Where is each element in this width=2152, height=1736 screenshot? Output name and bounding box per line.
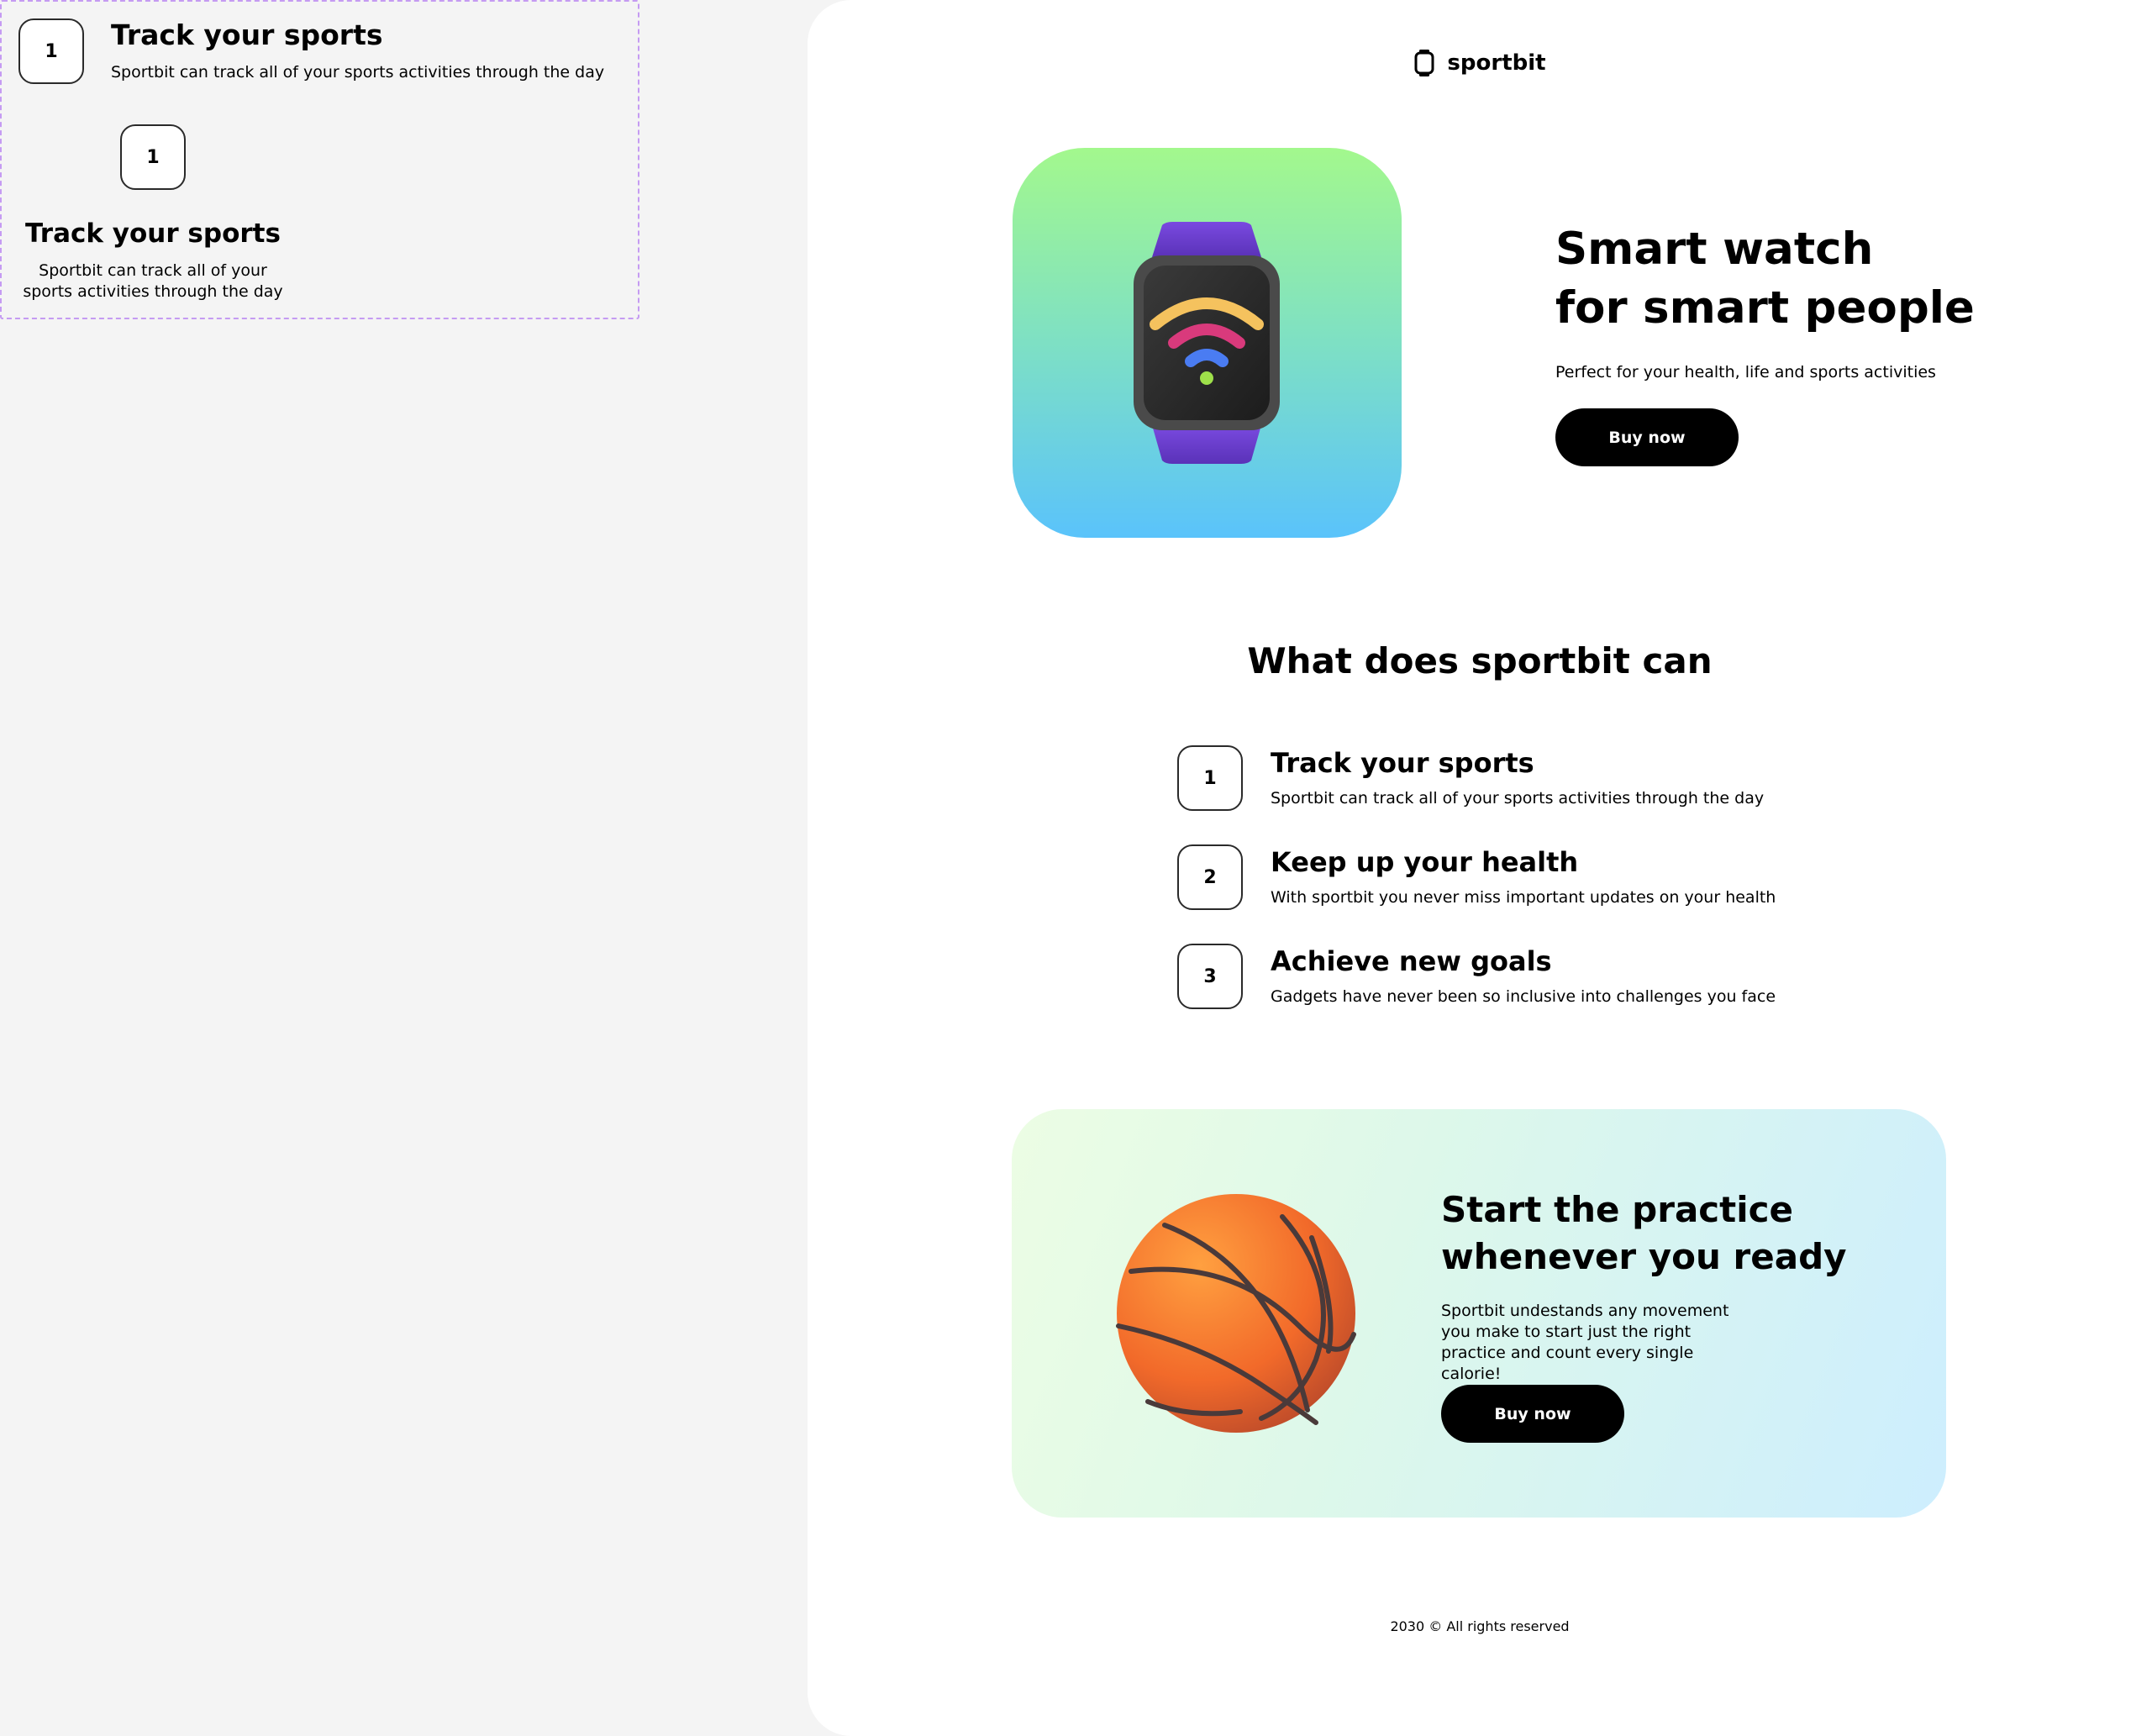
hero-subtitle: Perfect for your health, life and sports… — [1555, 363, 1936, 381]
component-description: Sportbit can track all of your sports ac… — [23, 261, 283, 301]
cta-title-line: Start the practice — [1441, 1189, 1794, 1230]
feature-title: Track your sports — [1271, 747, 1534, 779]
component-description: Sportbit can track all of your sports ac… — [111, 63, 605, 82]
buy-now-button[interactable]: Buy now — [1441, 1385, 1624, 1443]
features-title: What does sportbit can — [1247, 640, 1713, 681]
watch-icon — [1414, 50, 1434, 76]
feature-title: Achieve new goals — [1271, 945, 1552, 977]
component-title: Track your sports — [25, 218, 281, 249]
number-badge: 1 — [1177, 745, 1243, 811]
component-preview-panel: 1 Track your sports Sportbit can track a… — [0, 0, 639, 319]
feature-item: 3 Achieve new goals Gadgets have never b… — [1177, 944, 1782, 1011]
feature-description: Gadgets have never been so inclusive int… — [1271, 987, 1776, 1006]
feature-item: 1 Track your sports Sportbit can track a… — [1177, 745, 1782, 813]
hero-title: Smart watch for smart people — [1555, 220, 1975, 338]
component-title: Track your sports — [111, 18, 383, 51]
footer-copyright: 2030 © All rights reserved — [1390, 1618, 1570, 1634]
cta-description: Sportbit undestands any movement you mak… — [1441, 1302, 1729, 1383]
hero-title-line: Smart watch — [1555, 224, 1874, 275]
feature-title: Keep up your health — [1271, 846, 1579, 878]
cta-banner: Start the practice whenever you ready Sp… — [1012, 1109, 1946, 1518]
smartwatch-illustration — [1013, 148, 1402, 538]
basketball-illustration — [1114, 1192, 1358, 1435]
feature-description: With sportbit you never miss important u… — [1271, 888, 1776, 907]
basketball-icon — [1116, 1194, 1356, 1433]
brand-logo[interactable]: sportbit — [808, 49, 2152, 77]
feature-item: 2 Keep up your health With sportbit you … — [1177, 844, 1782, 912]
cta-title: Start the practice whenever you ready — [1441, 1186, 1847, 1281]
number-badge: 3 — [1177, 944, 1243, 1009]
landing-page: sportbit Smart watch for smart people Pe… — [808, 0, 2152, 1736]
number-badge: 1 — [120, 124, 186, 190]
buy-now-button[interactable]: Buy now — [1555, 408, 1739, 466]
number-badge: 2 — [1177, 844, 1243, 910]
canvas: 1 Track your sports Sportbit can track a… — [0, 0, 2152, 1736]
brand-name: sportbit — [1447, 50, 1546, 76]
smartwatch-icon — [1134, 222, 1280, 464]
feature-description: Sportbit can track all of your sports ac… — [1271, 789, 1765, 808]
number-badge: 1 — [18, 18, 84, 84]
hero-title-line: for smart people — [1555, 282, 1975, 334]
cta-title-line: whenever you ready — [1441, 1236, 1847, 1277]
